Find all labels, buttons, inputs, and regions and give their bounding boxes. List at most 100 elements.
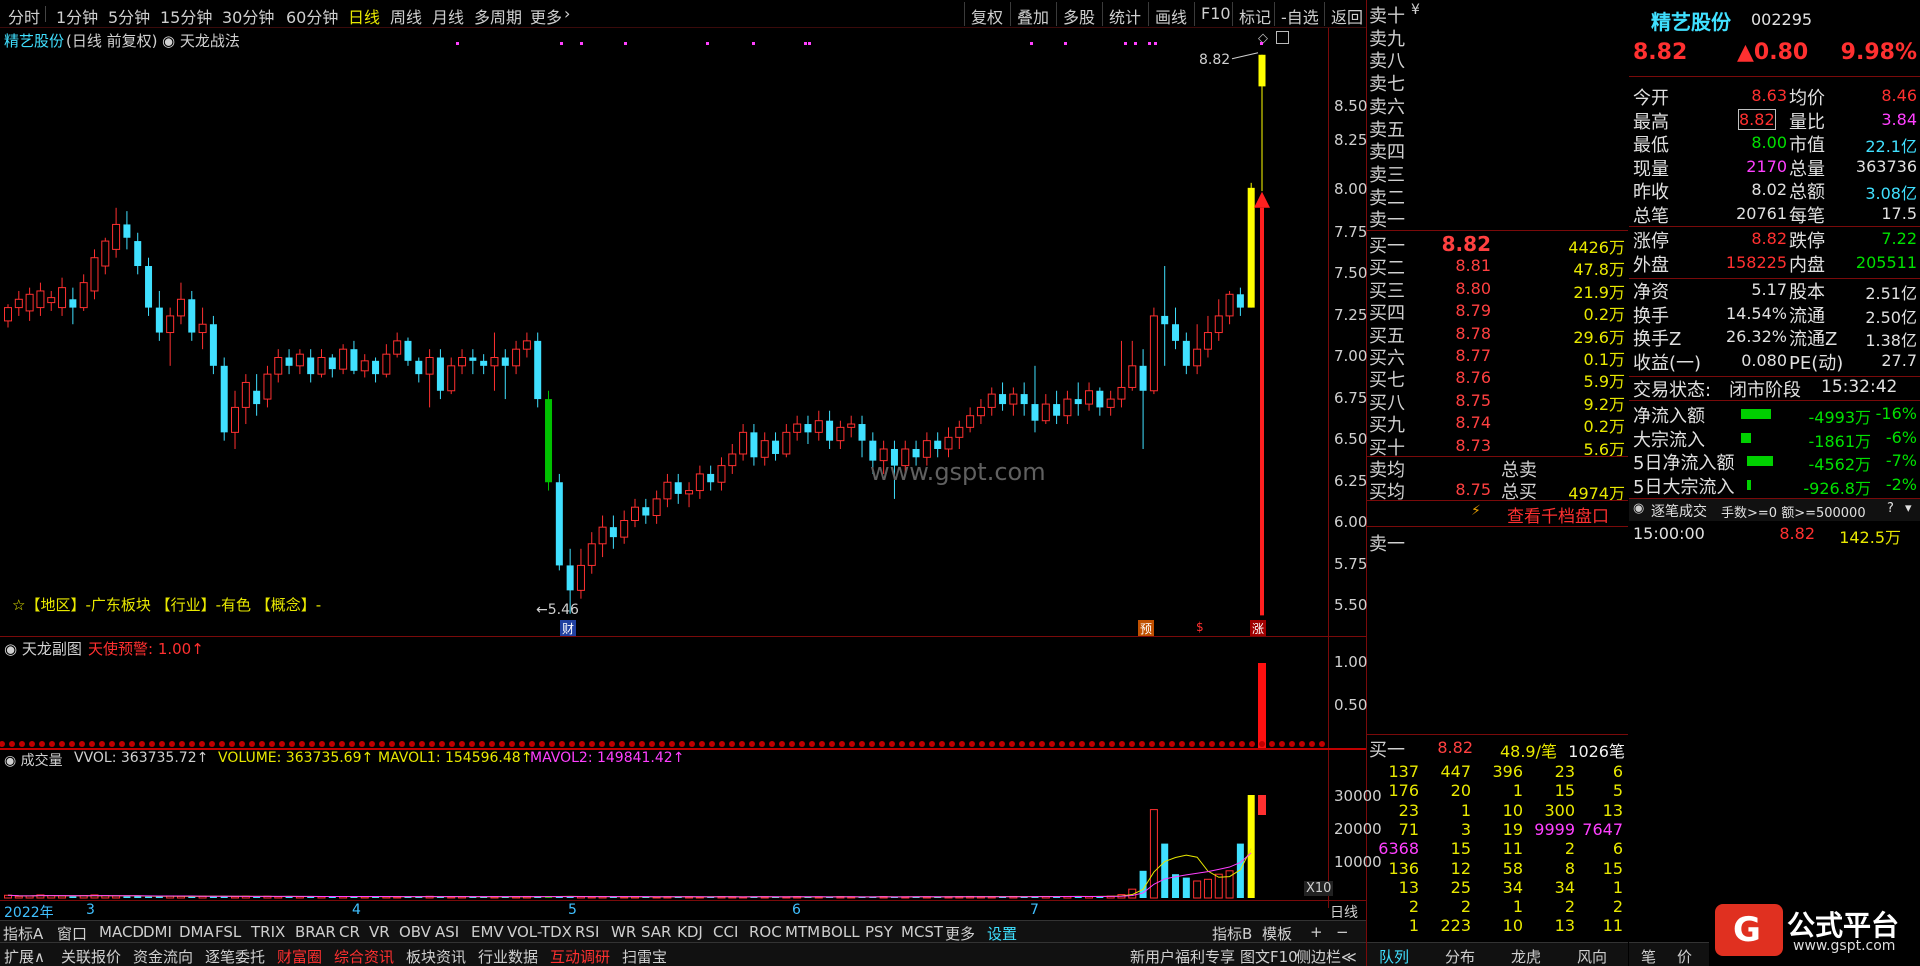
quote-tab[interactable]: 笔: [1641, 946, 1656, 966]
indicator-tab[interactable]: MCST: [901, 923, 943, 941]
indicator-tab[interactable]: MACD: [99, 923, 144, 941]
indicator-tab[interactable]: MTM: [785, 923, 820, 941]
period-tab[interactable]: 15分钟: [160, 4, 212, 28]
toolbar-button[interactable]: -自选: [1274, 2, 1325, 27]
buy-level-price[interactable]: 8.82: [1427, 232, 1491, 256]
toolbar-button[interactable]: 标记: [1232, 2, 1277, 27]
indicator-tab[interactable]: BOLL: [821, 923, 860, 941]
tick-filter[interactable]: 手数>=0 额>=500000: [1721, 502, 1866, 521]
toolbar-button[interactable]: 复权: [964, 2, 1009, 27]
buy-level-price[interactable]: 8.79: [1427, 301, 1491, 320]
queue-cell: 1: [1460, 800, 1471, 820]
buy-level-price[interactable]: 8.81: [1427, 256, 1491, 275]
indicator-tab[interactable]: CCI: [713, 923, 738, 941]
period-tab[interactable]: 30分钟: [222, 4, 274, 28]
period-tab[interactable]: 60分钟: [286, 4, 338, 28]
toolbar-button[interactable]: 画线: [1148, 2, 1193, 27]
buy-level-price[interactable]: 8.77: [1427, 346, 1491, 365]
indicator-tab[interactable]: TRIX: [251, 923, 285, 941]
bottom-tab[interactable]: 财富圈: [277, 946, 322, 966]
circle-icon[interactable]: ◉: [1633, 501, 1644, 516]
forecast-marker[interactable]: 预: [1138, 620, 1155, 637]
buy-level-price[interactable]: 8.73: [1427, 436, 1491, 455]
indicator-tab[interactable]: 指标A: [3, 923, 43, 944]
indicator-tab[interactable]: ASI: [435, 923, 459, 941]
bottom-tab[interactable]: 关联报价: [61, 946, 121, 966]
dollar-marker[interactable]: $: [1196, 620, 1204, 634]
bottom-tab[interactable]: 互动调研: [550, 946, 610, 966]
indicator-tab[interactable]: VR: [369, 923, 390, 941]
toolbar-button[interactable]: 多股: [1056, 2, 1101, 27]
bottom-tab[interactable]: 资金流向: [133, 946, 193, 966]
buy-level-price[interactable]: 8.78: [1427, 324, 1491, 343]
indicator-tab[interactable]: BRAR: [295, 923, 336, 941]
volume-bar: [1247, 795, 1255, 898]
bottom-right-tab[interactable]: 新用户福利专享: [1130, 946, 1235, 966]
bottom-tab[interactable]: 扫雷宝: [622, 946, 667, 966]
bottom-tab[interactable]: 行业数据: [478, 946, 538, 966]
sub-panel-dot: [1189, 741, 1195, 747]
chevron-down-icon[interactable]: ▾: [1905, 501, 1912, 516]
period-tab[interactable]: 月线: [432, 4, 464, 28]
bottom-tab[interactable]: 板块资讯: [406, 946, 466, 966]
indicator-tab[interactable]: DMA: [179, 923, 214, 941]
bottom-right-tab[interactable]: 侧边栏≪: [1296, 946, 1357, 966]
toolbar-button[interactable]: 叠加: [1010, 2, 1055, 27]
buy-level-price[interactable]: 8.80: [1427, 279, 1491, 298]
period-tab[interactable]: 分时: [8, 4, 40, 28]
indicator-tab[interactable]: DMI: [143, 923, 172, 941]
indicator-tab-right[interactable]: 模板: [1262, 923, 1292, 944]
toolbar-button[interactable]: F10: [1194, 2, 1237, 26]
help-icon[interactable]: ?: [1887, 501, 1894, 516]
period-tab[interactable]: 1分钟: [56, 4, 98, 28]
indicator-tab-right[interactable]: +: [1310, 923, 1323, 941]
indicator-tab[interactable]: ROC: [749, 923, 782, 941]
view-depth-link[interactable]: 查看千档盘口: [1507, 502, 1609, 527]
indicator-tab-right[interactable]: −: [1336, 923, 1349, 941]
buy-level-price[interactable]: 8.74: [1427, 413, 1491, 432]
indicator-tab[interactable]: PSY: [865, 923, 893, 941]
back-button[interactable]: 返回: [1324, 2, 1369, 27]
quote-tab[interactable]: 价: [1677, 946, 1692, 966]
indicator-tab[interactable]: SAR: [641, 923, 671, 941]
indicator-tab[interactable]: VOL-TDX: [507, 923, 572, 941]
indicator-tab[interactable]: RSI: [575, 923, 599, 941]
volume-panel-title[interactable]: ◉ 成交量: [4, 750, 63, 770]
bottom-tab[interactable]: 综合资讯: [334, 946, 394, 966]
bottom-tab[interactable]: 逐笔委托: [205, 946, 265, 966]
indicator-tab[interactable]: KDJ: [677, 923, 703, 941]
orderbook-tab[interactable]: 风向: [1577, 946, 1607, 966]
indicator-tab[interactable]: FSL: [215, 923, 241, 941]
period-tab[interactable]: 多周期: [474, 4, 522, 28]
indicator-tab[interactable]: 窗口: [57, 923, 87, 944]
orderbook-tab[interactable]: 队列: [1379, 946, 1409, 966]
period-tab-more[interactable]: 更多: [530, 4, 562, 28]
indicator-tab-right[interactable]: 指标B: [1212, 923, 1252, 944]
toolbar-button[interactable]: 统计: [1102, 2, 1147, 27]
queue-cell: 3: [1460, 819, 1471, 839]
chevron-right-icon[interactable]: ›: [564, 4, 570, 23]
buy-level-price[interactable]: 8.76: [1427, 368, 1491, 387]
sub-panel-dot: [1139, 741, 1145, 747]
indicator-tab[interactable]: OBV: [399, 923, 431, 941]
buy-level-price[interactable]: 8.75: [1427, 391, 1491, 410]
indicator-tab[interactable]: WR: [611, 923, 636, 941]
sub-panel-dot: [189, 741, 195, 747]
orderbook-tab[interactable]: 分布: [1445, 946, 1475, 966]
period-tab[interactable]: 周线: [390, 4, 422, 28]
indicator-tab[interactable]: 更多: [945, 923, 975, 944]
finance-marker[interactable]: 财: [560, 620, 577, 637]
limit-up-marker[interactable]: 涨: [1250, 620, 1267, 637]
indicator-tab[interactable]: 设置: [987, 923, 1017, 944]
orderbook-tab[interactable]: 龙虎: [1511, 946, 1541, 966]
period-tab[interactable]: 5分钟: [108, 4, 150, 28]
indicator-tab[interactable]: CR: [339, 923, 360, 941]
bottom-tab[interactable]: 扩展∧: [4, 946, 45, 966]
tick-time: 15:00:00: [1633, 524, 1705, 543]
indicator-tab[interactable]: EMV: [471, 923, 504, 941]
quote-field-label: 总笔: [1633, 205, 1669, 227]
sub-panel-title[interactable]: ◉ 天龙副图: [4, 638, 82, 659]
bottom-right-tab[interactable]: 图文F10: [1240, 946, 1298, 966]
sub-panel-dot: [1099, 741, 1105, 747]
period-tab-daily[interactable]: 日线: [348, 4, 380, 28]
